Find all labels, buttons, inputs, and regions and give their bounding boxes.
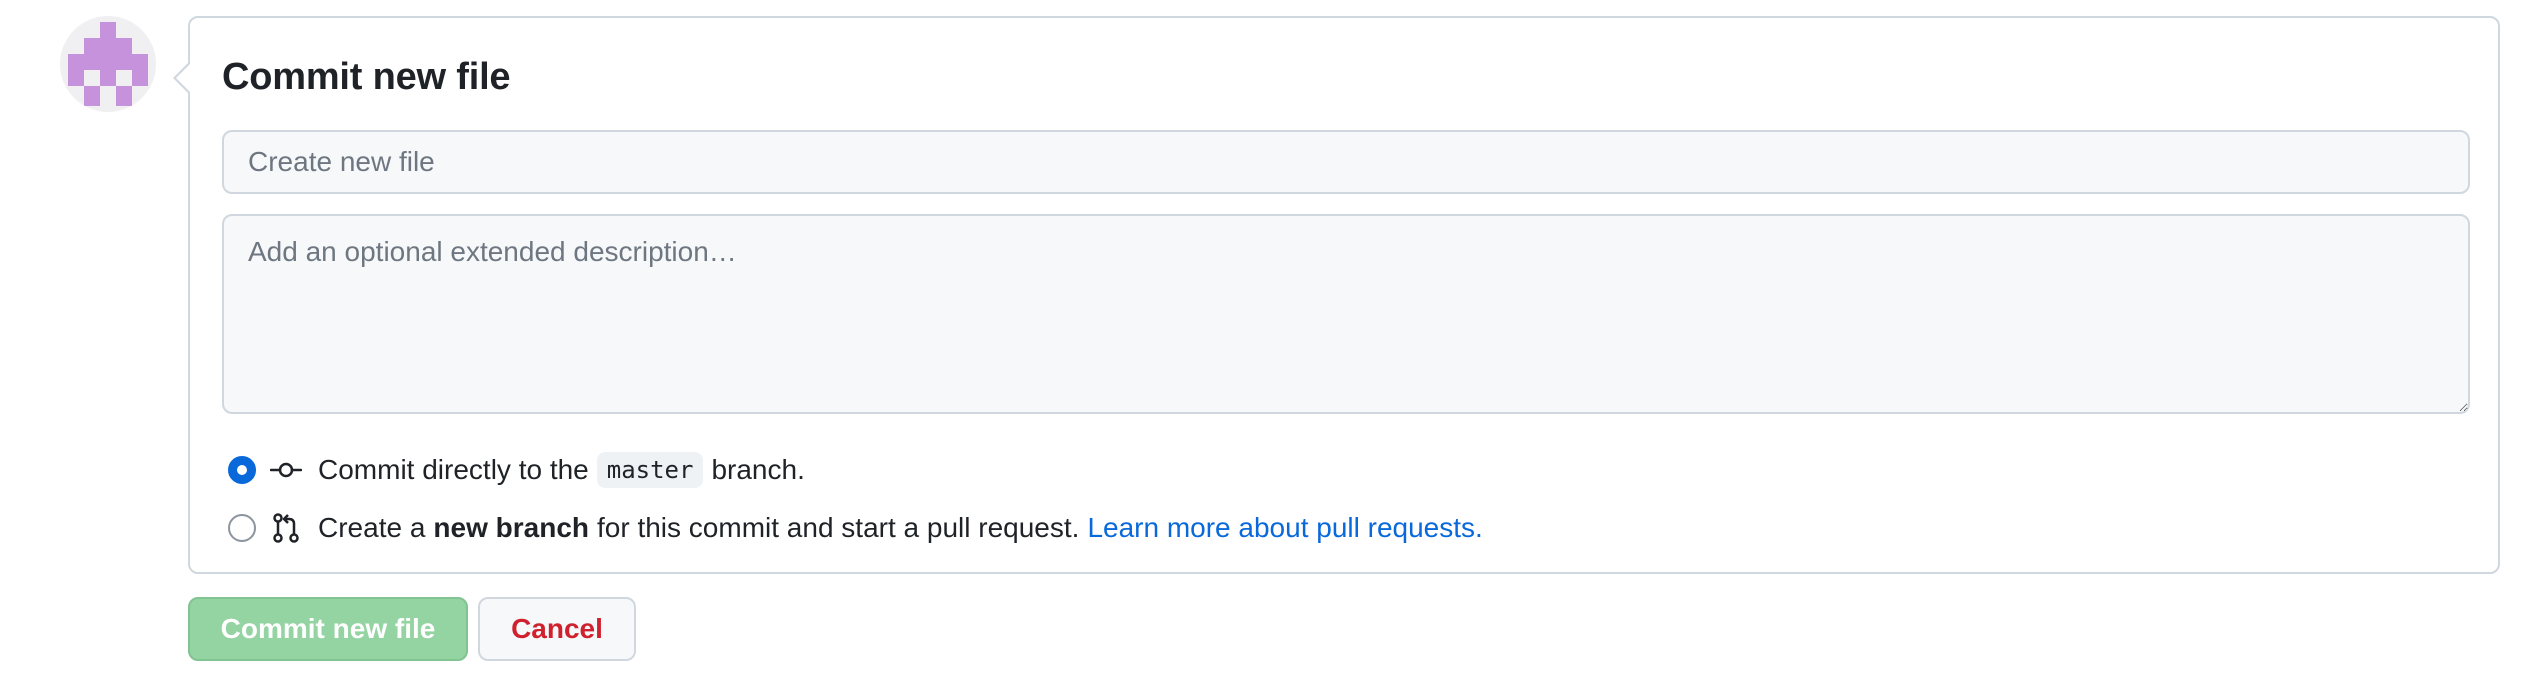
git-commit-icon xyxy=(270,462,302,478)
commit-form-title: Commit new file xyxy=(222,56,511,98)
commit-direct-option[interactable]: Commit directly to the master branch. xyxy=(228,450,805,490)
commit-direct-radio[interactable] xyxy=(228,456,256,484)
branch-name: master xyxy=(596,452,704,488)
new-branch-label-bold: new branch xyxy=(433,512,589,543)
new-branch-radio[interactable] xyxy=(228,514,256,542)
commit-direct-label-end: branch. xyxy=(711,454,805,485)
cancel-button[interactable]: Cancel xyxy=(478,597,636,661)
new-branch-label-end: for this commit and start a pull request… xyxy=(597,512,1080,543)
commit-form: Commit new file Commit directly to the m… xyxy=(173,16,2500,574)
commit-direct-label: Commit directly to the xyxy=(318,454,589,485)
commit-new-file-button[interactable]: Commit new file xyxy=(188,597,468,661)
new-branch-label-start: Create a xyxy=(318,512,426,543)
learn-more-pull-requests-link[interactable]: Learn more about pull requests. xyxy=(1087,512,1482,544)
identicon-icon xyxy=(68,22,148,106)
commit-summary-input[interactable] xyxy=(222,130,2470,194)
avatar[interactable] xyxy=(60,16,156,112)
commit-description-textarea[interactable] xyxy=(222,214,2470,414)
commit-page: Commit new file Commit directly to the m… xyxy=(0,0,2542,686)
commit-new-branch-option[interactable]: Create a new branch for this commit and … xyxy=(228,508,1483,548)
git-pull-request-icon xyxy=(273,513,299,543)
